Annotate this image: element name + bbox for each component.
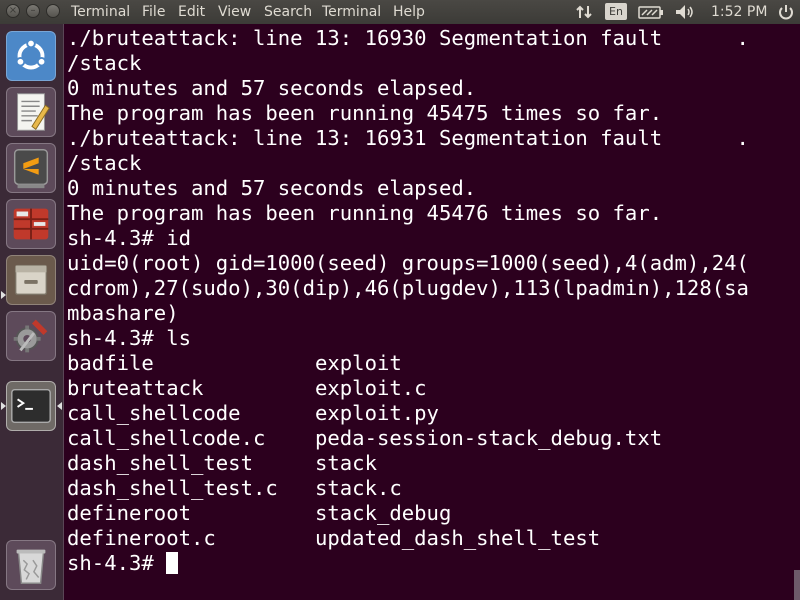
terminal-line: ./bruteattack: line 13: 16930 Segmentati… — [67, 26, 749, 50]
terminal-icon[interactable] — [6, 381, 56, 431]
battery-icon[interactable] — [638, 0, 664, 24]
terminal-line: 0 minutes and 57 seconds elapsed. — [67, 76, 477, 100]
trash-icon[interactable] — [6, 540, 56, 590]
file-manager-icon[interactable] — [6, 255, 56, 305]
terminal-output: ./bruteattack: line 13: 16930 Segmentati… — [67, 26, 749, 576]
minimize-window-button[interactable]: – — [26, 4, 40, 18]
menu-help[interactable]: Help — [393, 0, 425, 24]
terminal-line: cdrom),27(sudo),30(dip),46(plugdev),113(… — [67, 276, 749, 300]
power-icon[interactable] — [776, 0, 796, 24]
launcher — [0, 24, 64, 600]
scrollbar-handle[interactable] — [794, 570, 800, 600]
system-settings-icon[interactable] — [6, 311, 56, 361]
terminal-window[interactable]: ./bruteattack: line 13: 16930 Segmentati… — [64, 24, 800, 600]
keyboard-layout-indicator[interactable]: En — [605, 3, 627, 20]
menu-terminal[interactable]: Terminal — [322, 0, 381, 24]
top-panel: × – Terminal File Edit View Search Termi… — [0, 0, 800, 24]
menu-app-title[interactable]: Terminal — [71, 0, 130, 24]
terminal-line: defineroot.c updated_dash_shell_test — [67, 526, 601, 550]
spreadsheet-icon[interactable] — [6, 199, 56, 249]
ubuntu-dash-icon[interactable] — [6, 31, 56, 81]
terminal-line: call_shellcode exploit.py — [67, 401, 439, 425]
terminal-line: /stack — [67, 51, 142, 75]
focused-indicator — [57, 402, 62, 410]
text-cursor — [166, 552, 179, 574]
terminal-line: The program has been running 45475 times… — [67, 101, 663, 125]
terminal-line: dash_shell_test stack — [67, 451, 377, 475]
terminal-line: call_shellcode.c peda-session-stack_debu… — [67, 426, 663, 450]
terminal-line: sh-4.3# ls — [67, 326, 191, 350]
maximize-window-button[interactable] — [46, 4, 60, 18]
volume-icon[interactable] — [674, 0, 696, 24]
shell-prompt: sh-4.3# — [67, 551, 167, 575]
close-window-button[interactable]: × — [6, 4, 20, 18]
terminal-line: dash_shell_test.c stack.c — [67, 476, 402, 500]
clock[interactable]: 1:52 PM — [711, 0, 767, 24]
menu-view[interactable]: View — [218, 0, 251, 24]
terminal-line: sh-4.3# id — [67, 226, 191, 250]
terminal-line: bruteattack exploit.c — [67, 376, 427, 400]
terminal-line: defineroot stack_debug — [67, 501, 452, 525]
menu-edit[interactable]: Edit — [178, 0, 205, 24]
terminal-line: /stack — [67, 151, 142, 175]
terminal-line: mbashare) — [67, 301, 179, 325]
terminal-line: ./bruteattack: line 13: 16931 Segmentati… — [67, 126, 749, 150]
menu-file[interactable]: File — [142, 0, 165, 24]
prompt-line[interactable]: sh-4.3# — [67, 551, 749, 576]
terminal-line: The program has been running 45476 times… — [67, 201, 663, 225]
text-editor-icon[interactable] — [6, 87, 56, 137]
terminal-line: uid=0(root) gid=1000(seed) groups=1000(s… — [67, 251, 749, 275]
menu-search[interactable]: Search — [264, 0, 312, 24]
terminal-line: badfile exploit — [67, 351, 402, 375]
terminal-line: 0 minutes and 57 seconds elapsed. — [67, 176, 477, 200]
sublime-text-icon[interactable] — [6, 143, 56, 193]
network-arrows-icon[interactable] — [574, 0, 594, 24]
